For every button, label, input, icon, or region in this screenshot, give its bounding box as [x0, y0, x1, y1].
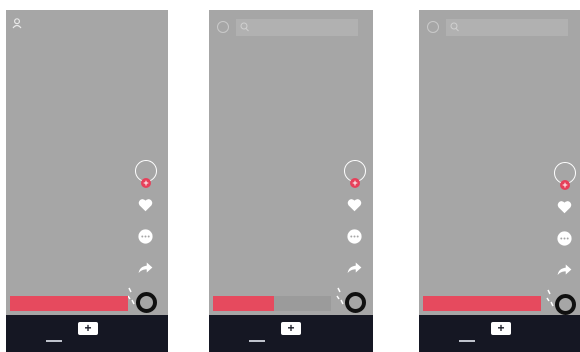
heart-icon[interactable] — [557, 200, 572, 214]
action-sidebar: + — [546, 162, 580, 322]
search-bar[interactable] — [446, 19, 568, 36]
video-progress-bar[interactable] — [423, 296, 541, 311]
create-button[interactable]: + — [491, 322, 511, 335]
phone-screen-1: + + — [6, 10, 168, 352]
action-sidebar: + — [336, 160, 371, 320]
search-bar[interactable] — [236, 19, 358, 36]
music-disc-icon[interactable] — [136, 292, 157, 313]
music-disc-icon[interactable] — [555, 294, 576, 315]
progress-fill — [423, 296, 541, 311]
bottom-nav: + — [209, 315, 373, 352]
share-icon[interactable] — [347, 261, 362, 274]
circle-icon[interactable] — [427, 21, 439, 33]
follow-button[interactable]: + — [350, 178, 360, 188]
nav-home-indicator[interactable] — [459, 340, 475, 342]
user-icon[interactable] — [12, 18, 22, 29]
video-progress-bar[interactable] — [213, 296, 331, 311]
create-button[interactable]: + — [78, 322, 98, 335]
search-icon — [240, 22, 249, 32]
share-icon[interactable] — [557, 263, 572, 276]
circle-icon[interactable] — [217, 21, 229, 33]
music-disc-icon[interactable] — [345, 292, 366, 313]
create-button[interactable]: + — [281, 322, 301, 335]
search-icon — [450, 22, 459, 32]
comment-icon[interactable] — [556, 230, 573, 247]
comment-icon[interactable] — [346, 228, 363, 245]
bottom-nav: + — [419, 315, 580, 352]
progress-fill — [10, 296, 128, 311]
nav-home-indicator[interactable] — [249, 340, 265, 342]
heart-icon[interactable] — [138, 198, 153, 212]
follow-button[interactable]: + — [141, 178, 151, 188]
share-icon[interactable] — [138, 261, 153, 274]
music-note-icon — [336, 287, 344, 305]
follow-button[interactable]: + — [560, 180, 570, 190]
bottom-nav: + — [6, 315, 168, 352]
comment-icon[interactable] — [137, 228, 154, 245]
phone-screen-2: + + — [209, 10, 373, 352]
progress-fill — [213, 296, 275, 311]
video-progress-bar[interactable] — [10, 296, 128, 311]
action-sidebar: + — [127, 160, 162, 320]
nav-home-indicator[interactable] — [46, 340, 62, 342]
music-note-icon — [546, 289, 554, 307]
heart-icon[interactable] — [347, 198, 362, 212]
phone-screen-3: + + — [419, 10, 580, 352]
